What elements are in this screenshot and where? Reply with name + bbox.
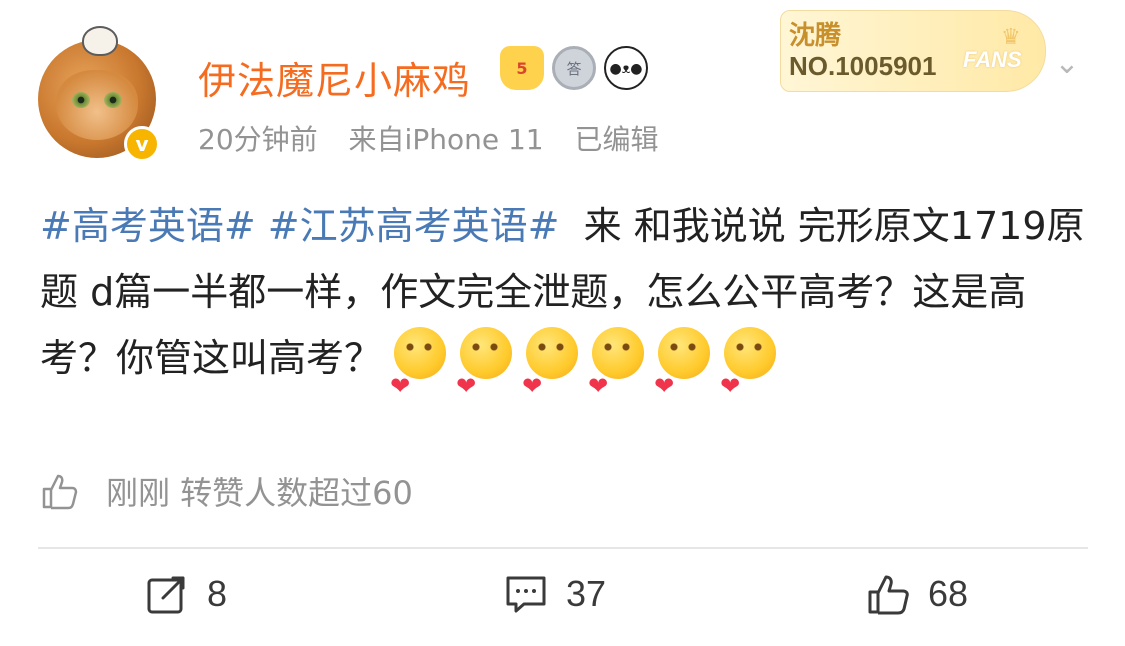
like-milestone-text: 刚刚 转赞人数超过60 — [106, 474, 413, 512]
vip-crown-icon[interactable]: 5 — [500, 46, 544, 90]
thumb-up-icon — [42, 474, 78, 510]
comment-icon — [506, 576, 546, 613]
like-button[interactable]: 68 — [866, 572, 968, 616]
chevron-down-icon[interactable]: ⌄ — [1050, 46, 1084, 81]
post-content: #高考英语# #江苏高考英语# 来 和我说说 完形原文1719原题 d篇一半都一… — [40, 193, 1090, 419]
shy-love-emoji-icon — [588, 327, 645, 419]
repost-button[interactable]: 8 — [145, 572, 227, 616]
repost-count: 8 — [207, 573, 228, 614]
repost-icon — [147, 576, 185, 614]
like-milestone-note: 刚刚 转赞人数超过60 — [40, 468, 413, 514]
hashtag-jiangsu-gaokao-english[interactable]: #江苏高考英语# — [268, 204, 560, 248]
post-meta: 20分钟前 来自iPhone 11 已编辑 — [198, 118, 681, 158]
hashtag-gaokao-english[interactable]: #高考英语# — [40, 204, 256, 248]
shy-love-emoji-icon — [720, 327, 777, 419]
shy-love-emoji-icon — [654, 327, 711, 419]
post-time: 20分钟前 — [198, 123, 318, 156]
username[interactable]: 伊法魔尼小麻鸡 — [198, 50, 471, 105]
cat-headband-icon — [82, 26, 118, 56]
comment-button[interactable]: 37 — [504, 572, 606, 616]
thumb-up-icon — [868, 575, 909, 615]
fans-logo: FANS — [963, 47, 1022, 72]
medal-icon[interactable]: 答 — [552, 46, 596, 90]
shy-love-emoji-icon — [390, 327, 447, 419]
panda-icon[interactable]: ●ᴥ● — [604, 46, 648, 90]
fans-card[interactable]: 沈腾 NO.1005901 ♛ FANS — [780, 10, 1046, 92]
fans-card-number: NO.1005901 — [789, 51, 937, 81]
action-bar: 8 37 68 — [0, 560, 1125, 636]
shy-love-emoji-icon — [522, 327, 579, 419]
comment-count: 37 — [566, 573, 607, 614]
cat-face-icon — [56, 70, 138, 140]
post-source[interactable]: 来自iPhone 11 — [349, 123, 544, 156]
shy-love-emoji-icon — [456, 327, 513, 419]
verified-badge-icon: v — [124, 126, 160, 162]
divider — [38, 547, 1088, 549]
user-badges: 5 答 ●ᴥ● — [500, 46, 648, 90]
fans-card-name: 沈腾 — [789, 21, 842, 51]
like-count: 68 — [928, 573, 969, 614]
edited-label[interactable]: 已编辑 — [575, 123, 659, 156]
